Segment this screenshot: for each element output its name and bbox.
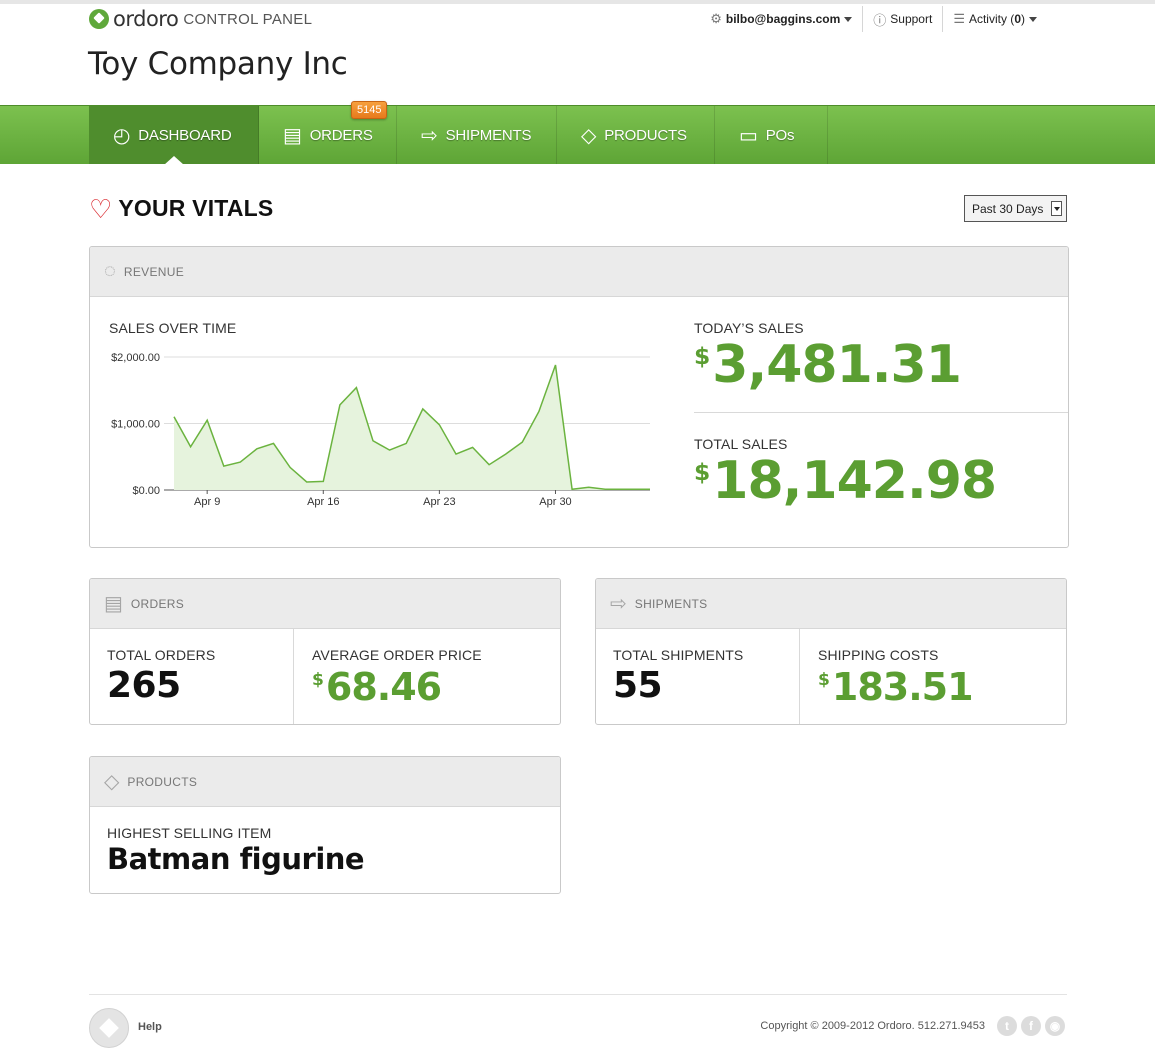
select-arrow-icon	[1051, 201, 1062, 216]
help-link[interactable]: Help	[138, 1021, 162, 1033]
total-shipments-value: 55	[613, 665, 663, 706]
todays-sales-value: $3,481.31	[694, 335, 962, 395]
todays-sales-block: TODAY’S SALES $3,481.31	[694, 297, 1068, 413]
x-tick-label: Apr 9	[194, 496, 220, 508]
dashboard-icon: ◴	[113, 124, 131, 147]
sales-area	[174, 365, 650, 490]
x-tick-label: Apr 30	[539, 496, 571, 508]
shipping-costs-label: SHIPPING COSTS	[818, 647, 939, 663]
footer-divider	[89, 994, 1067, 995]
tag-icon: ◇	[104, 771, 120, 793]
chevron-down-icon	[1029, 16, 1037, 22]
company-name: Toy Company Inc	[88, 46, 348, 82]
activity-count: 0	[1014, 12, 1021, 26]
support-label: Support	[890, 12, 933, 26]
vitals-title: YOUR VITALS	[118, 195, 274, 221]
card-icon: ▭	[739, 124, 758, 147]
activity-label: Activity (	[968, 12, 1015, 26]
avg-order-price-value: $68.46	[312, 665, 442, 709]
date-range-select[interactable]: Past 30 Days	[964, 195, 1067, 222]
logo-subtitle: CONTROL PANEL	[183, 10, 313, 28]
nav-shipments[interactable]: ⇨ SHIPMENTS	[397, 106, 557, 164]
shipping-costs-amount: 183.51	[831, 665, 974, 709]
shipments-icon: ⇨	[610, 593, 627, 615]
total-orders-label: TOTAL ORDERS	[107, 647, 216, 663]
currency-symbol: $	[694, 458, 711, 487]
heart-icon: ♡	[89, 193, 113, 224]
shipments-header-label: SHIPMENTS	[634, 596, 708, 611]
x-tick-label: Apr 23	[423, 496, 455, 508]
orders-header-label: ORDERS	[130, 596, 185, 611]
nav-products-label: PRODUCTS	[604, 126, 687, 144]
shipping-costs-value: $183.51	[818, 665, 974, 709]
account-menu[interactable]: ⚙ bilbo@baggins.com	[700, 6, 862, 32]
ordoro-logo-icon	[89, 9, 109, 29]
twitter-icon[interactable]: t	[997, 1016, 1017, 1036]
shipments-icon: ⇨	[421, 124, 438, 147]
chevron-down-icon	[844, 16, 853, 22]
account-email: bilbo@baggins.com	[725, 12, 841, 26]
total-shipments-block: TOTAL SHIPMENTS 55	[596, 629, 800, 724]
main-nav: ◴ DASHBOARD ▤ ORDERS ⇨ SHIPMENTS ◇ PRODU…	[0, 105, 1155, 165]
products-panel: ◇ PRODUCTS HIGHEST SELLING ITEM Batman f…	[89, 756, 561, 894]
total-orders-value: 265	[107, 665, 181, 706]
orders-icon: ▤	[283, 124, 302, 147]
top-rule	[0, 0, 1155, 4]
piggy-bank-icon: ◌	[104, 260, 116, 282]
nav-dashboard-label: DASHBOARD	[138, 126, 232, 144]
orders-icon: ▤	[104, 593, 123, 615]
currency-symbol: $	[312, 670, 324, 691]
activity-menu[interactable]: ☰ Activity (0)	[942, 6, 1047, 32]
highest-selling-value: Batman figurine	[107, 842, 365, 876]
products-header-label: PRODUCTS	[127, 774, 198, 789]
revenue-panel: ◌ REVENUE SALES OVER TIME $0.00 $1,000.00…	[89, 246, 1069, 548]
y-tick-label: $1,000.00	[111, 419, 160, 431]
total-sales-value: $18,142.98	[694, 451, 997, 511]
x-tick-label: Apr 16	[307, 496, 339, 508]
highest-selling-label: HIGHEST SELLING ITEM	[107, 825, 272, 841]
total-sales-amount: 18,142.98	[712, 451, 997, 511]
y-tick-label: $2,000.00	[111, 352, 160, 364]
nav-shipments-label: SHIPMENTS	[445, 126, 532, 144]
support-link[interactable]: ⓘ Support	[862, 6, 942, 32]
tag-icon: ◇	[581, 124, 597, 147]
copyright-text: Copyright © 2009-2012 Ordoro. 512.271.94…	[760, 1020, 985, 1032]
orders-count-badge: 5145	[351, 101, 388, 119]
total-sales-label: TOTAL SALES	[694, 436, 788, 452]
total-shipments-label: TOTAL SHIPMENTS	[613, 647, 744, 663]
orders-panel: ▤ ORDERS TOTAL ORDERS 265 AVERAGE ORDER …	[89, 578, 561, 725]
facebook-icon[interactable]: f	[1021, 1016, 1041, 1036]
ordoro-footer-logo-icon[interactable]	[89, 1008, 129, 1048]
shipments-panel-header: ⇨ SHIPMENTS	[596, 579, 1066, 629]
nav-orders-label: ORDERS	[309, 126, 373, 144]
revenue-header-label: REVENUE	[123, 264, 185, 279]
nav-products[interactable]: ◇ PRODUCTS	[557, 106, 715, 164]
activity-close: )	[1021, 12, 1025, 26]
total-orders-block: TOTAL ORDERS 265	[90, 629, 294, 724]
gear-icon: ⚙	[710, 11, 722, 26]
revenue-panel-header: ◌ REVENUE	[90, 247, 1068, 297]
vitals-heading: ♡ YOUR VITALS	[89, 195, 273, 222]
date-range-value: Past 30 Days	[972, 202, 1044, 216]
shipments-panel: ⇨ SHIPMENTS TOTAL SHIPMENTS 55 SHIPPING …	[595, 578, 1067, 725]
list-icon: ☰	[953, 11, 965, 26]
logo-wordmark: ordoro	[113, 7, 179, 31]
avg-order-price-amount: 68.46	[325, 665, 442, 709]
rss-icon[interactable]: ◉	[1045, 1016, 1065, 1036]
sales-chart: $0.00 $1,000.00 $2,000.00 Apr 9 Apr 16 Apr 23…	[111, 352, 650, 508]
products-panel-header: ◇ PRODUCTS	[90, 757, 560, 807]
avg-order-price-label: AVERAGE ORDER PRICE	[312, 647, 482, 663]
todays-sales-amount: 3,481.31	[712, 335, 962, 395]
orders-panel-header: ▤ ORDERS	[90, 579, 560, 629]
account-bar: ⚙ bilbo@baggins.com ⓘ Support ☰ Activity…	[700, 6, 1047, 32]
nav-pos[interactable]: ▭ POs	[715, 106, 828, 164]
nav-pos-label: POs	[765, 126, 795, 144]
todays-sales-label: TODAY’S SALES	[694, 320, 804, 336]
currency-symbol: $	[818, 670, 830, 691]
y-tick-label: $0.00	[132, 485, 160, 497]
help-circle-icon: ⓘ	[873, 12, 887, 28]
nav-dashboard[interactable]: ◴ DASHBOARD	[89, 106, 259, 165]
ordoro-logo[interactable]: ordoro CONTROL PANEL	[89, 7, 312, 31]
currency-symbol: $	[694, 342, 711, 371]
